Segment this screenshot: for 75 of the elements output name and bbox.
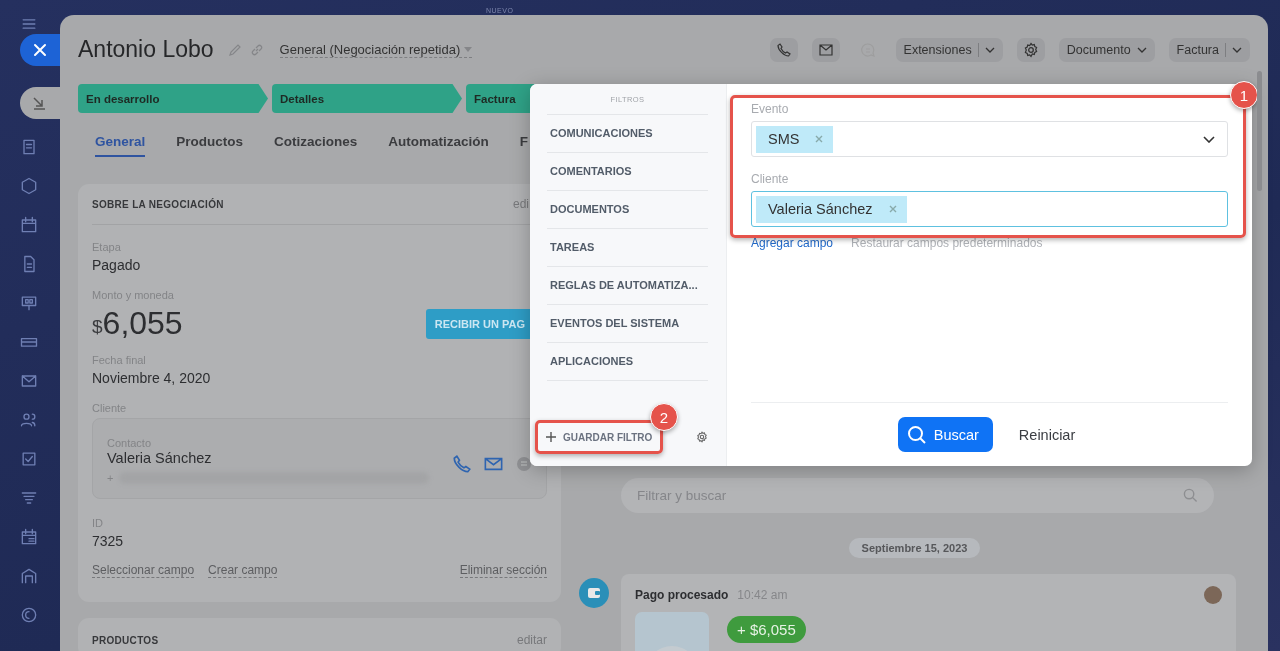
- arrow-down-right-icon: [31, 95, 47, 111]
- tab[interactable]: Productos: [176, 134, 244, 157]
- client-field[interactable]: Valeria Sánchez: [751, 191, 1228, 227]
- field-value: 7325: [92, 533, 125, 549]
- date-badge: Septiembre 15, 2023: [848, 538, 981, 558]
- phone-prefix: +: [107, 472, 114, 484]
- currency-symbol: $: [92, 315, 103, 337]
- sidebar-nav-icon[interactable]: [19, 176, 39, 196]
- invoice-button[interactable]: Factura: [1168, 37, 1250, 62]
- filter-field-label: Evento: [751, 102, 790, 116]
- mail-icon: [818, 43, 833, 56]
- settings-button[interactable]: [1016, 37, 1045, 62]
- deal-title: Antonio Lobo: [78, 36, 214, 63]
- card-title: PRODUCTOS: [92, 634, 159, 646]
- contact-name[interactable]: Valeria Sánchez: [107, 450, 453, 466]
- call-button[interactable]: [769, 37, 798, 62]
- filter-tag: Valeria Sánchez: [756, 195, 907, 223]
- filter-tag: SMS: [756, 125, 834, 153]
- chevron-down-icon: [984, 46, 995, 53]
- remove-icon[interactable]: [815, 135, 824, 143]
- remove-icon[interactable]: [888, 205, 897, 213]
- tab[interactable]: F: [519, 134, 529, 157]
- field-value: Noviembre 4, 2020: [92, 370, 212, 386]
- add-field-link[interactable]: Agregar campo: [751, 236, 834, 250]
- step-number-badge: 1: [1230, 81, 1258, 109]
- sidebar-nav-icon[interactable]: [19, 566, 39, 586]
- search-button[interactable]: Buscar: [897, 417, 993, 452]
- plus-icon: [546, 432, 556, 442]
- reset-button[interactable]: Reiniciar: [1012, 425, 1082, 444]
- tab[interactable]: Automatización: [388, 134, 489, 157]
- wallet-icon: [579, 578, 609, 608]
- filter-preset[interactable]: APLICACIONES: [547, 343, 708, 381]
- extensions-button[interactable]: Extensiones: [895, 37, 1003, 62]
- amount-badge: + $6,055: [727, 615, 806, 643]
- phone-icon[interactable]: [453, 455, 471, 473]
- delete-section-link[interactable]: Eliminar sección: [459, 563, 547, 578]
- caret-icon: [464, 46, 473, 52]
- filter-preset[interactable]: TAREAS: [547, 229, 708, 267]
- filter-preset[interactable]: COMENTARIOS: [547, 153, 708, 191]
- document-dropdown[interactable]: Documento: [1058, 37, 1155, 62]
- mail-icon[interactable]: [484, 457, 503, 471]
- tab[interactable]: General: [95, 134, 146, 157]
- filter-preset[interactable]: COMUNICACIONES: [547, 115, 708, 153]
- chevron-down-icon: [1232, 46, 1242, 53]
- filter-preset[interactable]: DOCUMENTOS: [547, 191, 708, 229]
- avatar: [1204, 586, 1222, 604]
- search-icon: [1183, 488, 1198, 503]
- email-button[interactable]: [811, 37, 840, 62]
- pipeline-dropdown[interactable]: General (Negociación repetida): [279, 41, 473, 58]
- dashed-link[interactable]: Crear campo: [208, 563, 278, 578]
- dashed-link[interactable]: Seleccionar campo: [92, 563, 195, 578]
- filter-preset[interactable]: REGLAS DE AUTOMATIZA...: [547, 267, 708, 305]
- entry-title: Pago procesado: [635, 588, 729, 602]
- tab[interactable]: Cotizaciones: [274, 134, 358, 157]
- stage-step[interactable]: En desarrollo: [78, 84, 268, 113]
- search-icon: [906, 424, 927, 445]
- chevron-down-icon: [1136, 46, 1147, 53]
- field-value: Pagado: [92, 257, 142, 273]
- chevron-down-icon: [1203, 135, 1215, 143]
- card-title: SOBRE LA NEGOCIACIÓN: [92, 198, 224, 210]
- sidebar-nav-icon[interactable]: [19, 605, 39, 625]
- event-select-field[interactable]: SMS: [751, 121, 1228, 157]
- scrollbar[interactable]: [1257, 71, 1262, 191]
- amount-value: 6,055: [102, 305, 183, 342]
- close-icon: [33, 43, 47, 57]
- sidebar-nav-icon[interactable]: [19, 215, 39, 235]
- phone-icon: [776, 42, 791, 57]
- settings-icon: [1022, 41, 1039, 58]
- sidebar-nav-icon[interactable]: [19, 527, 39, 547]
- settings-icon[interactable]: [696, 431, 708, 443]
- filter-preset[interactable]: EVENTOS DEL SISTEMA: [547, 305, 708, 343]
- stage-step[interactable]: Detalles: [272, 84, 462, 113]
- save-filter-button[interactable]: GUARDAR FILTRO: [538, 423, 661, 451]
- chat-icon[interactable]: [516, 456, 532, 472]
- filter-field-label: Cliente: [751, 172, 790, 186]
